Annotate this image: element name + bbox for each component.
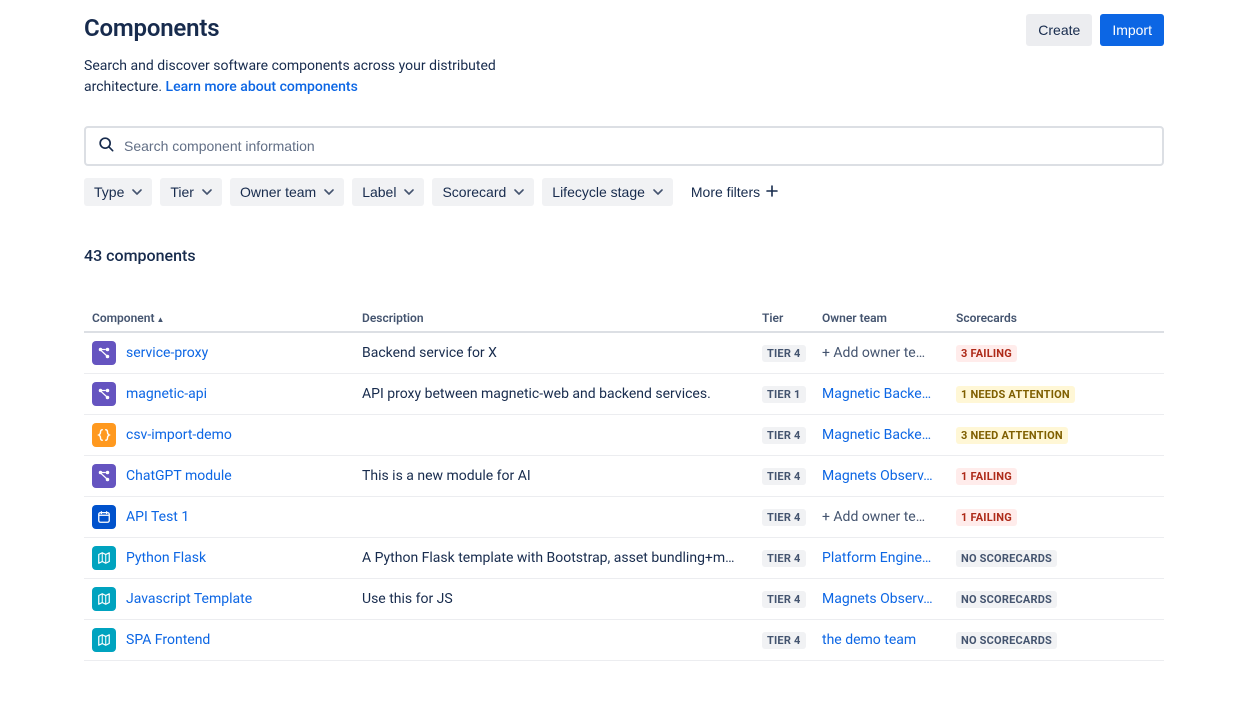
- owner-team-link[interactable]: Magnets Observ…: [822, 468, 933, 484]
- filter-chip-owner-team[interactable]: Owner team: [230, 178, 344, 206]
- tier-badge: TIER 4: [762, 468, 806, 485]
- component-name-link[interactable]: Javascript Template: [126, 591, 252, 607]
- tier-badge: TIER 4: [762, 509, 806, 526]
- chevron-down-icon: [514, 187, 524, 197]
- owner-team-link[interactable]: Magnetic Backe…: [822, 427, 931, 443]
- service-icon: [92, 464, 116, 488]
- more-filters-button[interactable]: More filters: [681, 178, 788, 206]
- component-name-link[interactable]: service-proxy: [126, 345, 208, 361]
- component-description: This is a new module for AI: [354, 456, 754, 497]
- chevron-down-icon: [404, 187, 414, 197]
- map-icon: [92, 546, 116, 570]
- chevron-down-icon: [324, 187, 334, 197]
- scorecard-badge: 1 FAILING: [956, 509, 1017, 526]
- components-table: Component▲ Description Tier Owner team S…: [84, 305, 1164, 661]
- filter-chip-label: Owner team: [240, 184, 316, 200]
- search-input[interactable]: [116, 136, 1152, 156]
- filter-chip-type[interactable]: Type: [84, 178, 152, 206]
- filter-chip-label: Lifecycle stage: [552, 184, 645, 200]
- filter-chip-scorecard[interactable]: Scorecard: [432, 178, 534, 206]
- table-row: magnetic-api API proxy between magnetic-w…: [84, 374, 1164, 415]
- page-title: Components: [84, 14, 219, 42]
- tier-badge: TIER 4: [762, 550, 806, 567]
- table-row: service-proxy Backend service for X TIER 4…: [84, 332, 1164, 374]
- component-name-link[interactable]: SPA Frontend: [126, 632, 210, 648]
- map-icon: [92, 587, 116, 611]
- map-icon: [92, 628, 116, 652]
- filter-chip-label[interactable]: Label: [352, 178, 424, 206]
- tier-badge: TIER 4: [762, 345, 806, 362]
- table-row: ChatGPT module This is a new module for A…: [84, 456, 1164, 497]
- component-description: Backend service for X: [354, 332, 754, 374]
- owner-team-link[interactable]: Platform Engine…: [822, 550, 931, 566]
- service-icon: [92, 341, 116, 365]
- component-name-link[interactable]: csv-import-demo: [126, 427, 232, 443]
- more-filters-label: More filters: [691, 184, 760, 200]
- add-owner-button[interactable]: + Add owner te…: [822, 509, 925, 525]
- learn-more-link[interactable]: Learn more about components: [166, 79, 358, 95]
- owner-team-link[interactable]: Magnets Observ…: [822, 591, 933, 607]
- calendar-icon: [92, 505, 116, 529]
- tier-badge: TIER 1: [762, 386, 806, 403]
- sort-arrow-icon: ▲: [157, 315, 165, 324]
- page-subtitle: Search and discover software components …: [84, 56, 514, 98]
- component-name-link[interactable]: Python Flask: [126, 550, 206, 566]
- search-field-wrapper[interactable]: [84, 126, 1164, 166]
- owner-team-link[interactable]: Magnetic Backe…: [822, 386, 931, 402]
- table-row: Javascript Template Use this for JS TIER 4…: [84, 579, 1164, 620]
- component-description: [354, 497, 754, 538]
- filter-chip-label: Label: [362, 184, 396, 200]
- table-row: csv-import-demo TIER 4 Magnetic Backe… 3 NE…: [84, 415, 1164, 456]
- table-row: API Test 1 TIER 4 + Add owner te… 1 FAILING: [84, 497, 1164, 538]
- component-description: Use this for JS: [354, 579, 754, 620]
- component-description: [354, 620, 754, 661]
- col-owner-header: Owner team: [814, 305, 948, 332]
- filter-chip-label: Scorecard: [442, 184, 506, 200]
- search-icon: [96, 134, 116, 158]
- scorecard-badge: NO SCORECARDS: [956, 591, 1057, 608]
- results-count: 43 components: [84, 246, 1164, 265]
- table-row: Python Flask A Python Flask template with…: [84, 538, 1164, 579]
- scorecard-badge: 1 FAILING: [956, 468, 1017, 485]
- filter-chip-lifecycle-stage[interactable]: Lifecycle stage: [542, 178, 673, 206]
- component-name-link[interactable]: ChatGPT module: [126, 468, 232, 484]
- component-description: A Python Flask template with Bootstrap, …: [354, 538, 754, 579]
- braces-icon: [92, 423, 116, 447]
- filter-chip-tier[interactable]: Tier: [160, 178, 222, 206]
- component-name-link[interactable]: magnetic-api: [126, 386, 207, 402]
- component-name-link[interactable]: API Test 1: [126, 509, 189, 525]
- scorecard-badge: NO SCORECARDS: [956, 550, 1057, 567]
- scorecard-badge: 3 NEED ATTENTION: [956, 427, 1068, 444]
- scorecard-badge: NO SCORECARDS: [956, 632, 1057, 649]
- plus-icon: [766, 184, 778, 200]
- filter-chip-label: Type: [94, 184, 124, 200]
- col-scorecards-header: Scorecards: [948, 305, 1164, 332]
- table-row: SPA Frontend TIER 4 the demo team NO SCOREC…: [84, 620, 1164, 661]
- add-owner-button[interactable]: + Add owner te…: [822, 345, 925, 361]
- col-description-header: Description: [354, 305, 754, 332]
- chevron-down-icon: [132, 187, 142, 197]
- import-button[interactable]: Import: [1100, 14, 1164, 46]
- chevron-down-icon: [202, 187, 212, 197]
- service-icon: [92, 382, 116, 406]
- col-tier-header: Tier: [754, 305, 814, 332]
- component-description: API proxy between magnetic-web and backe…: [354, 374, 754, 415]
- scorecard-badge: 1 NEEDS ATTENTION: [956, 386, 1075, 403]
- filter-chip-label: Tier: [170, 184, 194, 200]
- chevron-down-icon: [653, 187, 663, 197]
- table-header-row: Component▲ Description Tier Owner team S…: [84, 305, 1164, 332]
- create-button[interactable]: Create: [1026, 14, 1092, 46]
- owner-team-link[interactable]: the demo team: [822, 632, 916, 648]
- tier-badge: TIER 4: [762, 632, 806, 649]
- col-component-header[interactable]: Component▲: [84, 305, 354, 332]
- tier-badge: TIER 4: [762, 427, 806, 444]
- tier-badge: TIER 4: [762, 591, 806, 608]
- component-description: [354, 415, 754, 456]
- scorecard-badge: 3 FAILING: [956, 345, 1017, 362]
